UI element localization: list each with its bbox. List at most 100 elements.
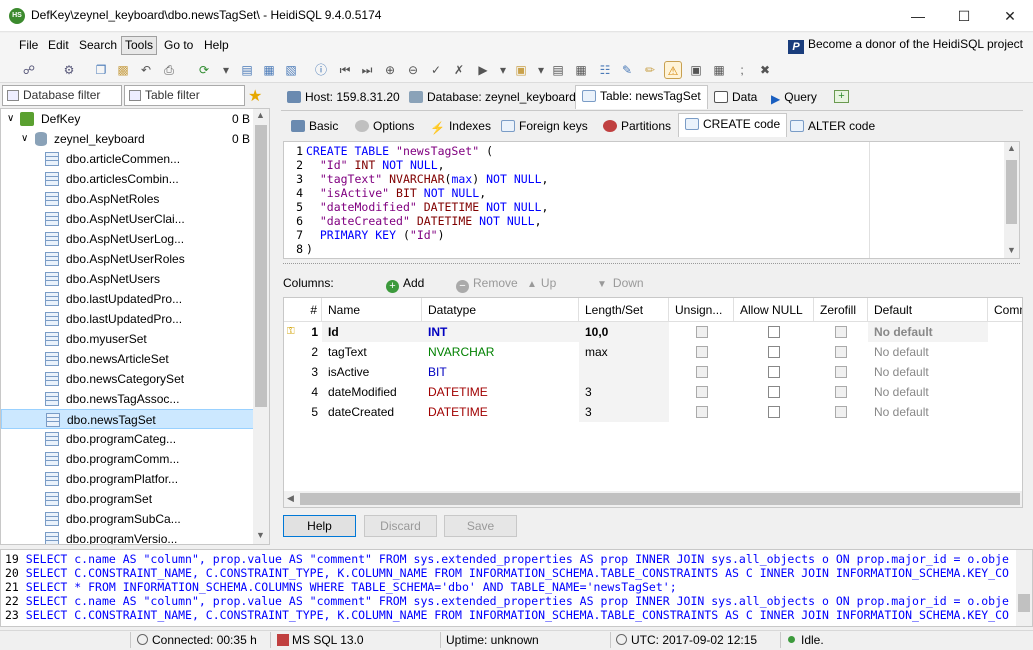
checkbox[interactable] bbox=[835, 366, 847, 378]
columns-grid[interactable]: # Name Datatype Length/Set Unsign... All… bbox=[283, 297, 1023, 508]
tree-scroll-down-icon[interactable]: ▼ bbox=[256, 530, 265, 540]
checkbox[interactable] bbox=[835, 386, 847, 398]
tree-table-item[interactable]: dbo.programComm... bbox=[1, 449, 254, 469]
tree-table-item[interactable]: dbo.AspNetRoles bbox=[1, 189, 254, 209]
menu-search[interactable]: Search bbox=[79, 38, 117, 52]
refresh-icon[interactable]: ⟳ bbox=[195, 61, 213, 79]
tree-table-item[interactable]: dbo.articleCommen... bbox=[1, 149, 254, 169]
semicolon-icon[interactable]: ; bbox=[733, 61, 751, 79]
default-cell[interactable]: No default bbox=[868, 342, 988, 362]
checkbox[interactable] bbox=[768, 346, 780, 358]
open-dropdown-icon[interactable]: ▾ bbox=[532, 61, 550, 79]
delete-record-icon[interactable]: ⊖ bbox=[404, 61, 422, 79]
header-datatype[interactable]: Datatype bbox=[422, 298, 579, 322]
tree-table-item[interactable]: dbo.AspNetUserLog... bbox=[1, 229, 254, 249]
grid-scroll-left-icon[interactable]: ◀ bbox=[287, 493, 294, 504]
tree-table-item[interactable]: dbo.newsTagAssoc... bbox=[1, 389, 254, 409]
tab-database[interactable]: Database: zeynel_keyboard bbox=[402, 86, 583, 108]
warning-icon[interactable]: ⚠ bbox=[664, 61, 682, 79]
datatype-cell[interactable]: BIT bbox=[422, 362, 579, 382]
tab-query[interactable]: ▶ Query bbox=[764, 86, 824, 108]
add-column-button[interactable]: + Add bbox=[386, 276, 424, 293]
close-window-icon[interactable]: ✕ bbox=[987, 0, 1033, 32]
header-allow-null[interactable]: Allow NULL bbox=[734, 298, 814, 322]
insert-record-icon[interactable]: ⊕ bbox=[381, 61, 399, 79]
length-cell[interactable] bbox=[579, 362, 669, 382]
tree-table-item[interactable]: dbo.AspNetUsers bbox=[1, 269, 254, 289]
length-cell[interactable]: 3 bbox=[579, 402, 669, 422]
checkbox[interactable] bbox=[835, 406, 847, 418]
tree-table-item[interactable]: dbo.AspNetUserClai... bbox=[1, 209, 254, 229]
favorites-star-icon[interactable]: ★ bbox=[248, 86, 262, 106]
log-scrollbar[interactable] bbox=[1016, 550, 1032, 626]
menu-tools[interactable]: Tools bbox=[121, 36, 158, 55]
menu-edit[interactable]: Edit bbox=[48, 38, 69, 52]
move-up-button[interactable]: ▲ Up bbox=[527, 276, 556, 290]
tree-table-item[interactable]: dbo.newsArticleSet bbox=[1, 349, 254, 369]
column-name-cell[interactable]: dateCreated bbox=[322, 402, 422, 422]
default-cell[interactable]: No default bbox=[868, 402, 988, 422]
subtab-foreign-keys[interactable]: Foreign keys bbox=[494, 115, 595, 137]
tree-table-item[interactable]: dbo.articlesCombin... bbox=[1, 169, 254, 189]
menu-help[interactable]: Help bbox=[204, 38, 229, 52]
tree-database[interactable]: ∨ zeynel_keyboard 0 B bbox=[1, 129, 254, 149]
print-icon[interactable]: ⎙ bbox=[160, 61, 178, 79]
tree-table-item[interactable]: dbo.myuserSet bbox=[1, 329, 254, 349]
move-down-button[interactable]: ▼ Down bbox=[597, 276, 644, 290]
open-file-icon[interactable]: ▣ bbox=[512, 61, 530, 79]
subtab-alter-code[interactable]: ALTER code bbox=[783, 115, 882, 137]
paste-icon[interactable]: ▩ bbox=[114, 61, 132, 79]
editor-scroll-down-icon[interactable]: ▼ bbox=[1007, 245, 1016, 255]
tree-table-item[interactable]: dbo.programVersio... bbox=[1, 529, 254, 544]
checkbox[interactable] bbox=[696, 326, 708, 338]
tree-table-item[interactable]: dbo.lastUpdatedPro... bbox=[1, 289, 254, 309]
tree-table-item[interactable]: dbo.programSubCa... bbox=[1, 509, 254, 529]
tree-table-item[interactable]: dbo.newsCategorySet bbox=[1, 369, 254, 389]
tree-table-item[interactable]: dbo.programSet bbox=[1, 489, 254, 509]
tree-table-item[interactable]: dbo.AspNetUserRoles bbox=[1, 249, 254, 269]
donor-link[interactable]: P Become a donor of the HeidiSQL project bbox=[787, 37, 1023, 54]
log-scrollbar-thumb[interactable] bbox=[1018, 594, 1030, 612]
discard-button[interactable]: Discard bbox=[364, 515, 437, 537]
header-name[interactable]: Name bbox=[322, 298, 422, 322]
row-number[interactable]: 5 bbox=[284, 402, 322, 422]
datatype-cell[interactable]: INT bbox=[422, 322, 579, 342]
stop-query-icon[interactable]: ✖ bbox=[756, 61, 774, 79]
edit-sql-icon[interactable]: ✏ bbox=[641, 61, 659, 79]
datatype-cell[interactable]: DATETIME bbox=[422, 402, 579, 422]
export-icon[interactable]: ▧ bbox=[282, 61, 300, 79]
create-code-editor[interactable]: 1 CREATE TABLE "newsTagSet" (2 "Id" INT N… bbox=[283, 141, 1020, 259]
disconnect-icon[interactable]: ⚙ bbox=[60, 61, 78, 79]
checkbox[interactable] bbox=[768, 386, 780, 398]
checkbox[interactable] bbox=[835, 346, 847, 358]
collapse-database-icon[interactable]: ∨ bbox=[21, 129, 28, 149]
editor-scrollbar-thumb[interactable] bbox=[1006, 160, 1017, 224]
subtab-partitions[interactable]: Partitions bbox=[596, 115, 678, 137]
database-tree[interactable]: ∨ DefKey 0 B ∨ zeynel_keyboard 0 B dbo.a… bbox=[0, 108, 270, 545]
default-cell[interactable]: No default bbox=[868, 362, 988, 382]
tree-root[interactable]: ∨ DefKey 0 B bbox=[1, 109, 254, 129]
length-cell[interactable]: max bbox=[579, 342, 669, 362]
column-name-cell[interactable]: dateModified bbox=[322, 382, 422, 402]
header-length[interactable]: Length/Set bbox=[579, 298, 669, 322]
format-sql-icon[interactable]: ✎ bbox=[618, 61, 636, 79]
cancel-record-icon[interactable]: ✗ bbox=[450, 61, 468, 79]
column-name-cell[interactable]: isActive bbox=[322, 362, 422, 382]
header-zerofill[interactable]: Zerofill bbox=[814, 298, 868, 322]
tab-data[interactable]: Data bbox=[707, 86, 764, 108]
checkbox[interactable] bbox=[696, 406, 708, 418]
query-snippet-icon[interactable]: ☷ bbox=[596, 61, 614, 79]
header-default[interactable]: Default bbox=[868, 298, 988, 322]
tree-scroll-up-icon[interactable]: ▲ bbox=[256, 110, 265, 120]
subtab-basic[interactable]: Basic bbox=[284, 115, 345, 137]
save-file-icon[interactable]: ▤ bbox=[549, 61, 567, 79]
help-icon[interactable]: ⓘ bbox=[312, 61, 330, 79]
tree-table-item[interactable]: dbo.lastUpdatedPro... bbox=[1, 309, 254, 329]
checkbox[interactable] bbox=[768, 326, 780, 338]
remove-column-button[interactable]: − Remove bbox=[456, 276, 518, 293]
row-number[interactable]: 1 bbox=[284, 322, 322, 342]
minimize-icon[interactable]: — bbox=[895, 0, 941, 32]
sql-log[interactable]: 19 SELECT c.name AS "column", prop.value… bbox=[0, 549, 1033, 627]
column-name-cell[interactable]: Id bbox=[322, 322, 422, 342]
checkbox[interactable] bbox=[696, 346, 708, 358]
